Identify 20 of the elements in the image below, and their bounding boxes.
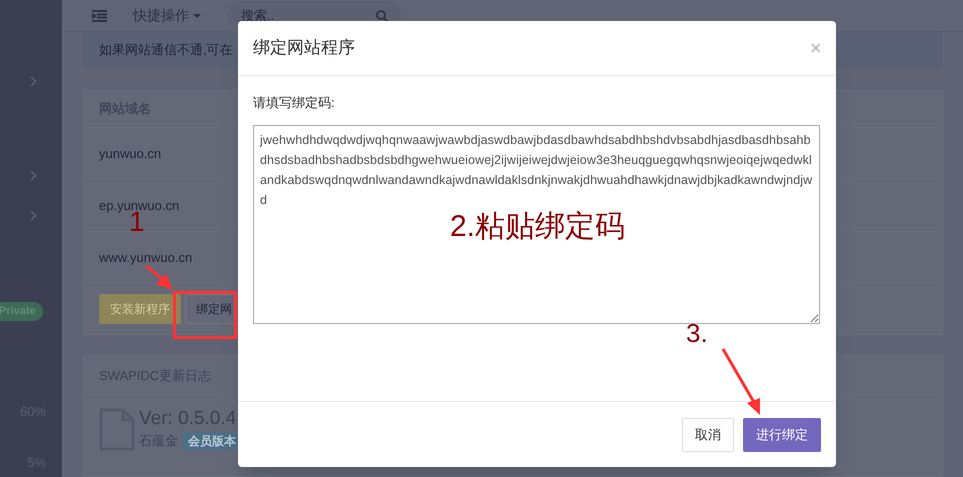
field-label: 请填写绑定码: xyxy=(253,94,336,112)
chevron-icon[interactable] xyxy=(30,170,37,181)
annotation-label: 2.粘贴绑定码 xyxy=(450,212,626,242)
domain-cell-text: www.yunwuo.cn xyxy=(99,248,192,267)
chevron-icon[interactable] xyxy=(30,210,37,221)
cancel-button[interactable]: 取消 xyxy=(682,418,734,452)
arrow-annotation xyxy=(145,264,173,290)
dialog-title: 绑定网站程序 xyxy=(253,37,355,60)
domain-cell-text: yunwuo.cn xyxy=(99,144,162,163)
chevron-icon[interactable] xyxy=(30,76,37,87)
search-icon[interactable] xyxy=(376,10,388,22)
domain-cell-text: ep.yunwuo.cn xyxy=(99,196,180,213)
bind-button[interactable]: 进行绑定 xyxy=(743,418,821,452)
notice-text: 如果网站通信不通,可在 xyxy=(99,41,233,60)
highlight-frame xyxy=(173,291,237,339)
caret-icon xyxy=(193,14,201,18)
action-button[interactable]: 安装新程序 xyxy=(99,294,181,324)
menu-icon[interactable] xyxy=(92,10,107,22)
close-button[interactable]: × xyxy=(810,34,821,62)
arrow-annotation xyxy=(722,348,760,415)
